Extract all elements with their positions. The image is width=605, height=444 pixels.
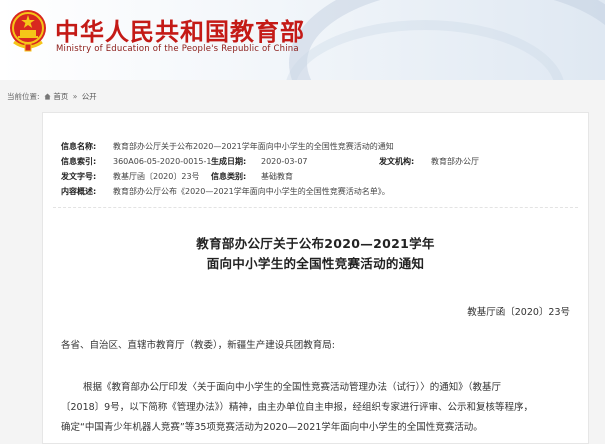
body-line-3: 确定“中国青少年机器人竞赛”等35项竞赛活动为2020—2021学年面向中小学生… <box>61 422 483 433</box>
summary-label: 内容概述: <box>61 187 97 196</box>
body-line-2: 〔2018〕9号，以下简称《管理办法》）精神，由主办单位自主申报，经组织专家进行… <box>61 402 533 413</box>
info-row-index: 信息索引: 360A06-05-2020-0015-1 生成日期: 2020-0… <box>61 154 571 169</box>
breadcrumb-label: 当前位置: <box>7 92 40 101</box>
category-label: 信息类别: <box>211 172 247 181</box>
document-number: 教基厅函〔2020〕23号 <box>467 307 570 318</box>
issuer-label: 发文机构: <box>379 157 415 166</box>
breadcrumb: 当前位置: 首页 » 公开 <box>7 91 99 102</box>
site-subtitle: Ministry of Education of the People's Re… <box>56 44 299 54</box>
index-label: 信息索引: <box>61 157 97 166</box>
content-card: 信息名称: 教育部办公厅关于公布2020—2021学年面向中小学生的全国性竞赛活… <box>42 112 589 444</box>
title-value: 教育部办公厅关于公布2020—2021学年面向中小学生的全国性竞赛活动的通知 <box>113 142 394 151</box>
body-line-1: 根据《教育部办公厅印发〈关于面向中小学生的全国性竞赛活动管理办法（试行）〉的通知… <box>83 382 502 393</box>
site-header: 中华人民共和国教育部 Ministry of Education of the … <box>0 0 605 80</box>
document-title-line-2: 面向中小学生的全国性竞赛活动的通知 <box>206 256 425 271</box>
info-row-docno: 发文字号: 教基厅函〔2020〕23号 信息类别: 基础教育 <box>61 169 571 184</box>
home-icon <box>44 93 51 100</box>
document-title-line-1: 教育部办公厅关于公布2020—2021学年 <box>196 236 435 251</box>
info-table: 信息名称: 教育部办公厅关于公布2020—2021学年面向中小学生的全国性竞赛活… <box>61 139 571 199</box>
index-value: 360A06-05-2020-0015-1 <box>113 157 212 166</box>
breadcrumb-section-link[interactable]: 公开 <box>82 92 97 101</box>
docno-label: 发文字号: <box>61 172 97 181</box>
breadcrumb-separator: » <box>72 92 78 101</box>
site-title[interactable]: 中华人民共和国教育部 <box>55 12 305 47</box>
divider <box>53 207 578 208</box>
info-row-title: 信息名称: 教育部办公厅关于公布2020—2021学年面向中小学生的全国性竞赛活… <box>61 139 571 154</box>
title-label: 信息名称: <box>61 142 97 151</box>
national-emblem-icon[interactable] <box>8 8 48 52</box>
docno-value: 教基厅函〔2020〕23号 <box>113 172 200 181</box>
breadcrumb-home-link[interactable]: 首页 <box>53 92 68 101</box>
summary-value: 教育部办公厅公布《2020—2021学年面向中小学生的全国性竞赛活动名单》。 <box>113 187 390 196</box>
info-row-summary: 内容概述: 教育部办公厅公布《2020—2021学年面向中小学生的全国性竞赛活动… <box>61 184 571 199</box>
date-label: 生成日期: <box>211 157 247 166</box>
date-value: 2020-03-07 <box>261 157 308 166</box>
category-value: 基础教育 <box>261 172 293 181</box>
salutation: 各省、自治区、直辖市教育厅（教委），新疆生产建设兵团教育局: <box>61 340 335 351</box>
issuer-value: 教育部办公厅 <box>431 157 479 166</box>
